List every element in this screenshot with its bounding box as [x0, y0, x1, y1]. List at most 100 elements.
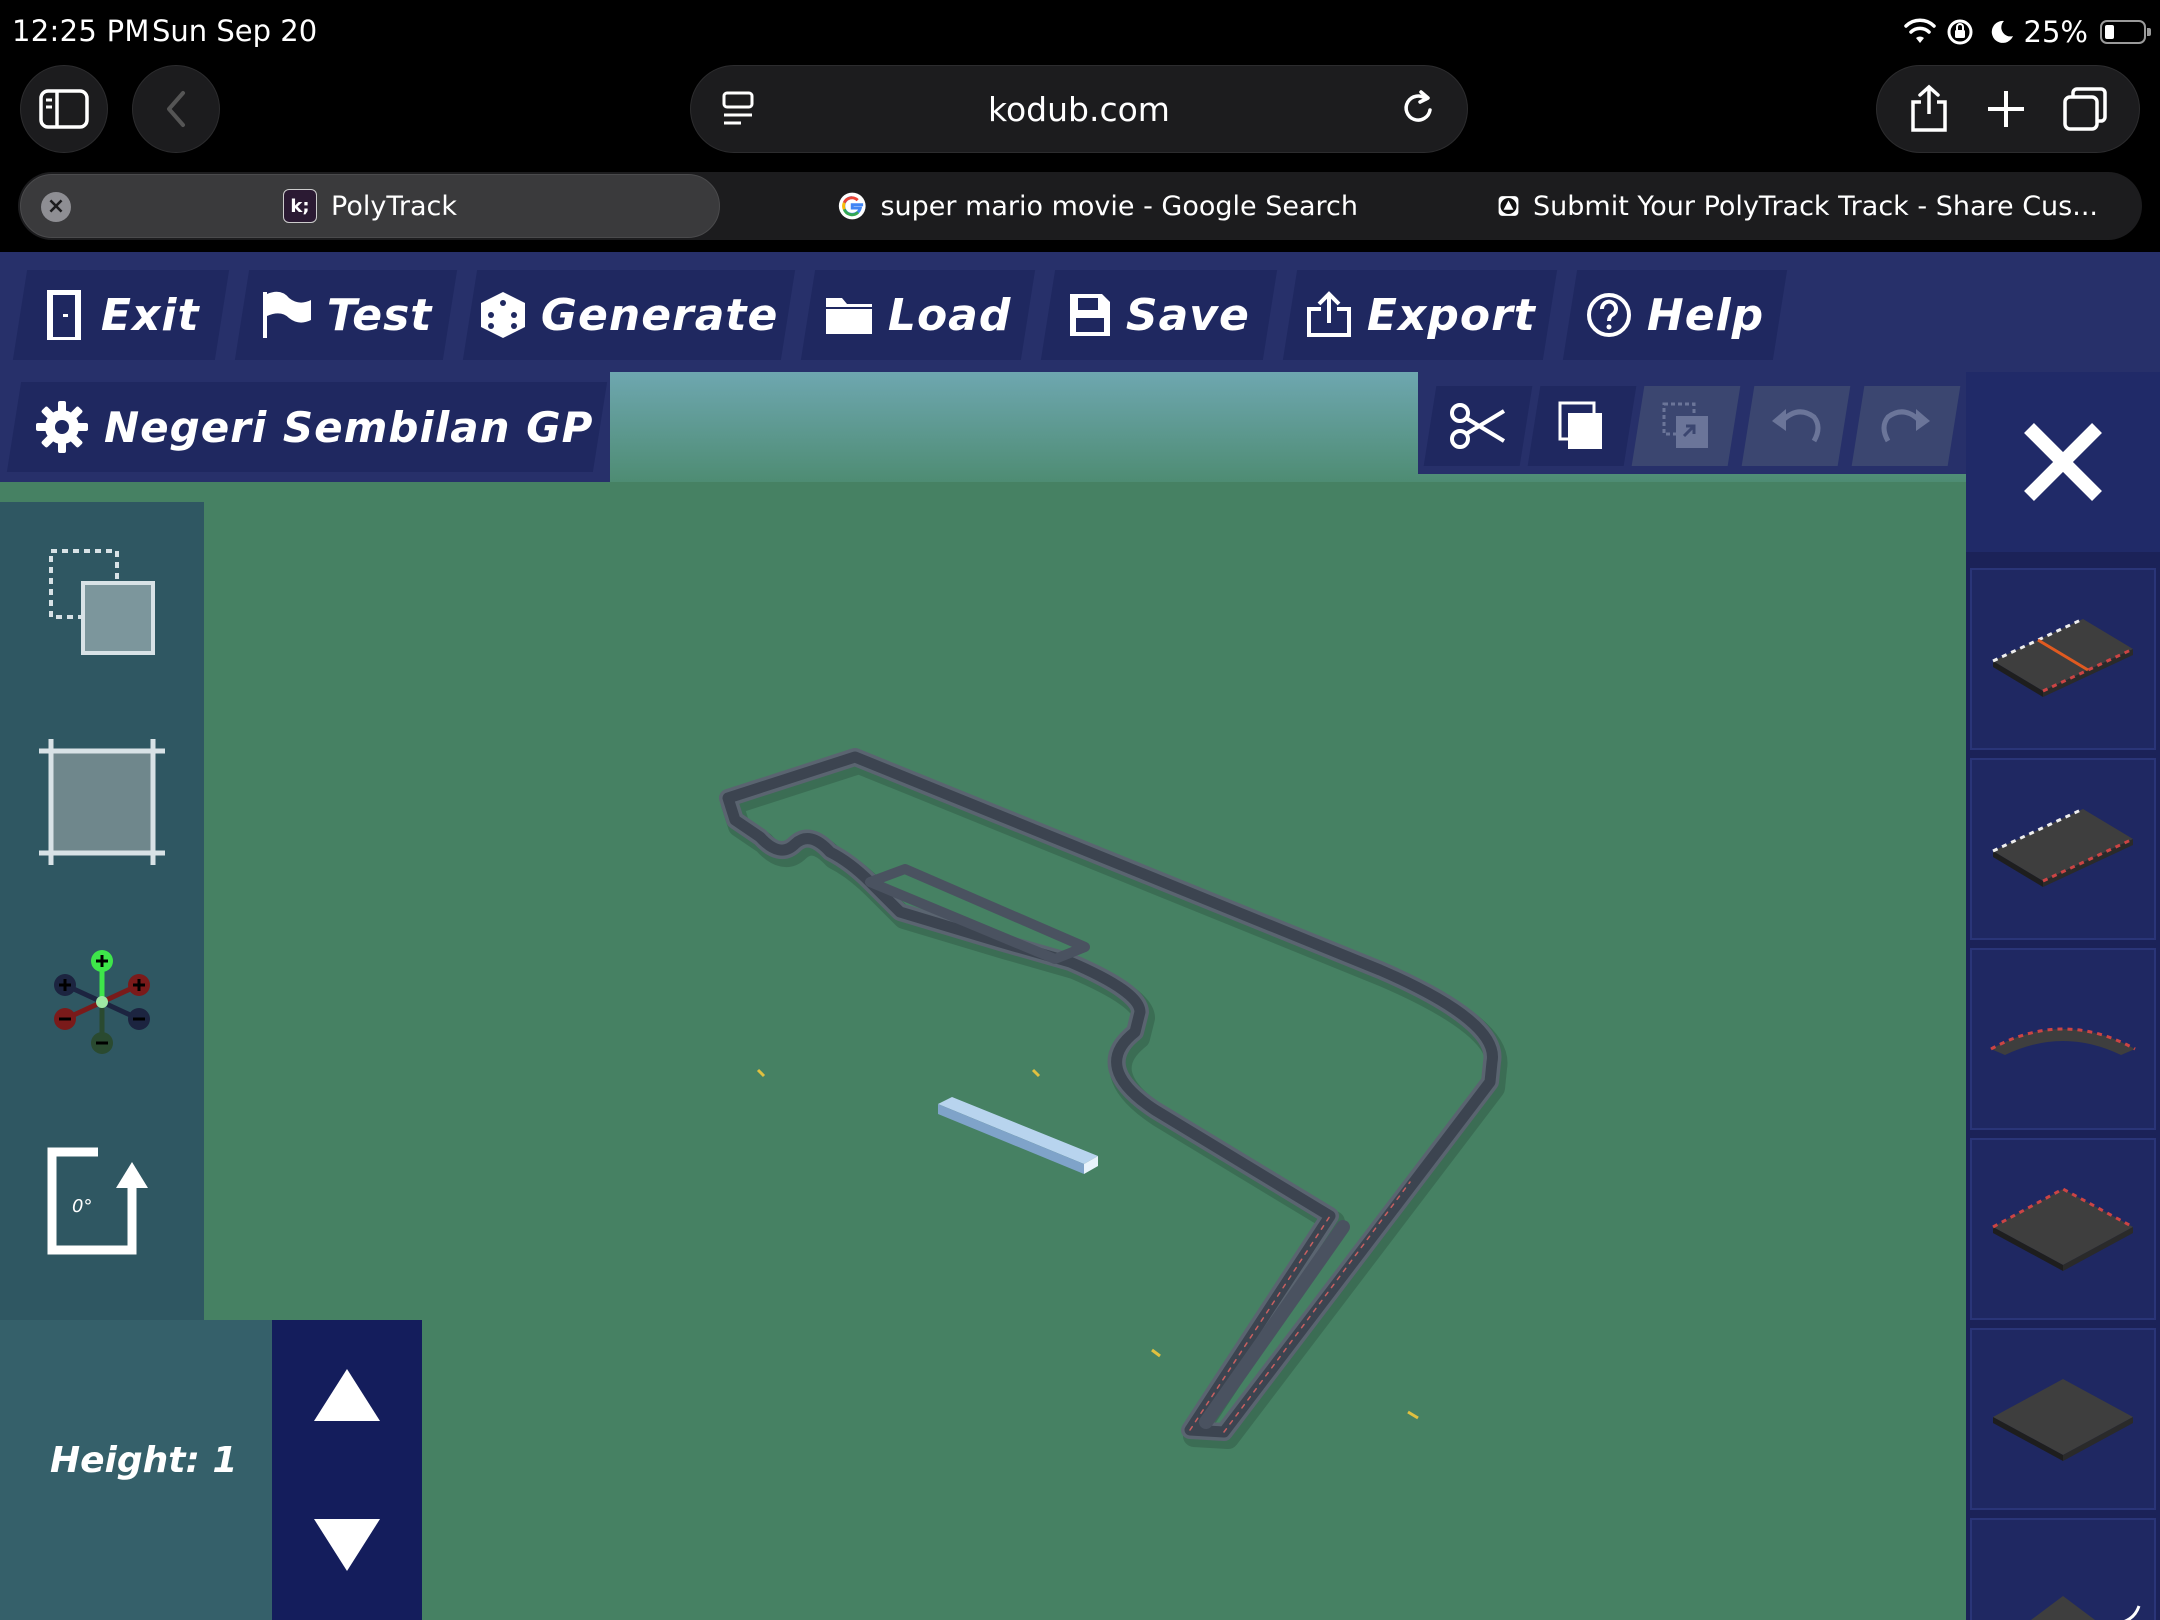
scissors-icon — [1450, 403, 1506, 449]
editor-menu-bar: Exit Test Generate Load Save Export Help — [0, 252, 2160, 372]
tab-title: PolyTrack — [331, 190, 457, 222]
flat-block-piece[interactable] — [1970, 1328, 2156, 1510]
help-label: Help — [1647, 289, 1765, 341]
new-tab-icon[interactable] — [1984, 87, 2028, 131]
status-time: 12:25 PM — [12, 14, 150, 48]
move-tool-button[interactable] — [0, 902, 204, 1102]
test-button[interactable]: Test — [234, 270, 458, 360]
google-icon — [838, 192, 866, 220]
sidebar-toggle-button[interactable] — [20, 65, 108, 153]
undo-icon — [1772, 409, 1821, 443]
paste-icon — [1662, 402, 1708, 448]
rotate-tool-button[interactable]: 0° — [0, 1102, 204, 1302]
export-button[interactable]: Export — [1282, 270, 1558, 360]
corner-piece-icon — [1992, 1187, 2134, 1271]
tab-bar: × k; PolyTrack super mario movie - Googl… — [0, 166, 2160, 252]
copy-icon — [1558, 401, 1602, 449]
exit-label: Exit — [100, 289, 200, 341]
rotation-value: 0° — [72, 1196, 92, 1217]
undo-button[interactable] — [1741, 386, 1851, 466]
help-button[interactable]: Help — [1562, 270, 1788, 360]
tab-overview-icon[interactable] — [2061, 85, 2109, 133]
flag-icon — [263, 291, 312, 338]
dice-icon — [481, 292, 526, 338]
generate-button[interactable]: Generate — [462, 270, 796, 360]
sidebar-icon — [39, 89, 89, 129]
curve-piece[interactable] — [1970, 948, 2156, 1130]
close-icon — [2024, 423, 2102, 501]
polytrack-editor[interactable]: Exit Test Generate Load Save Export Help… — [0, 252, 2160, 1620]
moon-icon — [1991, 20, 2013, 43]
url-text: kodub.com — [988, 90, 1170, 129]
help-icon — [1587, 293, 1632, 337]
reload-icon[interactable] — [1399, 88, 1437, 128]
status-indicators: 25% — [1903, 14, 2151, 50]
folder-icon — [826, 298, 873, 334]
chevron-left-icon — [167, 91, 185, 127]
ramp-piece[interactable] — [1970, 1518, 2156, 1620]
pit-building — [938, 1097, 1098, 1174]
curve-piece-icon — [1990, 1027, 2136, 1055]
export-label: Export — [1366, 289, 1536, 341]
battery-icon — [2100, 20, 2151, 44]
tab-title: Submit Your PolyTrack Track - Share Cus.… — [1533, 190, 2098, 222]
close-piece-panel-button[interactable] — [1966, 372, 2160, 552]
load-button[interactable]: Load — [800, 270, 1036, 360]
start-line-piece[interactable] — [1970, 568, 2156, 750]
cut-button[interactable] — [1423, 386, 1533, 466]
kodub-icon: k; — [283, 189, 317, 223]
corner-piece[interactable] — [1970, 1138, 2156, 1320]
tab-google-search[interactable]: super mario movie - Google Search — [838, 172, 1358, 240]
tab-submit-polytrack[interactable]: Submit Your PolyTrack Track - Share Cus.… — [1498, 172, 2098, 240]
start-line-piece-icon — [1992, 617, 2134, 697]
height-label: Height: 1 — [50, 1440, 238, 1481]
door-icon — [46, 290, 81, 340]
exit-button[interactable]: Exit — [12, 270, 230, 360]
tab-title: super mario movie - Google Search — [880, 190, 1358, 222]
piece-panel — [1966, 372, 2160, 1620]
back-button[interactable] — [132, 65, 220, 153]
redo-button[interactable] — [1851, 386, 1961, 466]
generate-label: Generate — [541, 289, 779, 341]
toolbar-actions — [1876, 65, 2140, 153]
redo-icon — [1881, 409, 1930, 443]
tool-panel: 0° — [0, 502, 204, 1320]
height-controls — [272, 1320, 422, 1620]
track-surface — [722, 751, 1498, 1438]
height-down-button[interactable] — [272, 1470, 422, 1620]
ramp-piece-icon — [2031, 1596, 2141, 1620]
share-icon[interactable] — [1907, 84, 1951, 134]
floppy-icon — [1070, 294, 1111, 336]
export-icon — [1306, 291, 1351, 337]
crop-area-icon — [39, 739, 165, 865]
status-date: Sun Sep 20 — [152, 14, 318, 48]
track-settings-button[interactable]: Negeri Sembilan GP — [6, 382, 608, 472]
select-area-icon — [49, 549, 155, 655]
rotation-lock-icon — [1947, 19, 1973, 45]
copy-button[interactable] — [1527, 386, 1637, 466]
track-name: Negeri Sembilan GP — [104, 402, 594, 452]
save-button[interactable]: Save — [1040, 270, 1278, 360]
browser-toolbar: kodub.com — [0, 62, 2160, 166]
wifi-icon — [1903, 18, 1936, 43]
polytrack-icon — [1498, 196, 1519, 216]
straight-piece-icon — [1992, 807, 2134, 887]
gear-icon — [36, 401, 88, 453]
flat-block-piece-icon — [1993, 1379, 2133, 1461]
height-up-button[interactable] — [272, 1320, 422, 1470]
height-panel: Height: 1 — [0, 1320, 272, 1620]
battery-percent: 25% — [2023, 15, 2088, 49]
close-tab-icon[interactable]: × — [41, 192, 71, 222]
save-label: Save — [1126, 289, 1250, 341]
rotate-icon: 0° — [47, 1147, 148, 1255]
edit-toolbar — [1418, 372, 1966, 474]
straight-piece[interactable] — [1970, 758, 2156, 940]
tab-polytrack[interactable]: × k; PolyTrack — [20, 174, 720, 238]
load-label: Load — [888, 289, 1012, 341]
test-label: Test — [327, 289, 433, 341]
arrow-down-icon — [314, 1519, 380, 1571]
select-tool-button[interactable] — [0, 502, 204, 702]
address-bar[interactable]: kodub.com — [690, 65, 1468, 153]
paste-button[interactable] — [1631, 386, 1741, 466]
area-tool-button[interactable] — [0, 702, 204, 902]
